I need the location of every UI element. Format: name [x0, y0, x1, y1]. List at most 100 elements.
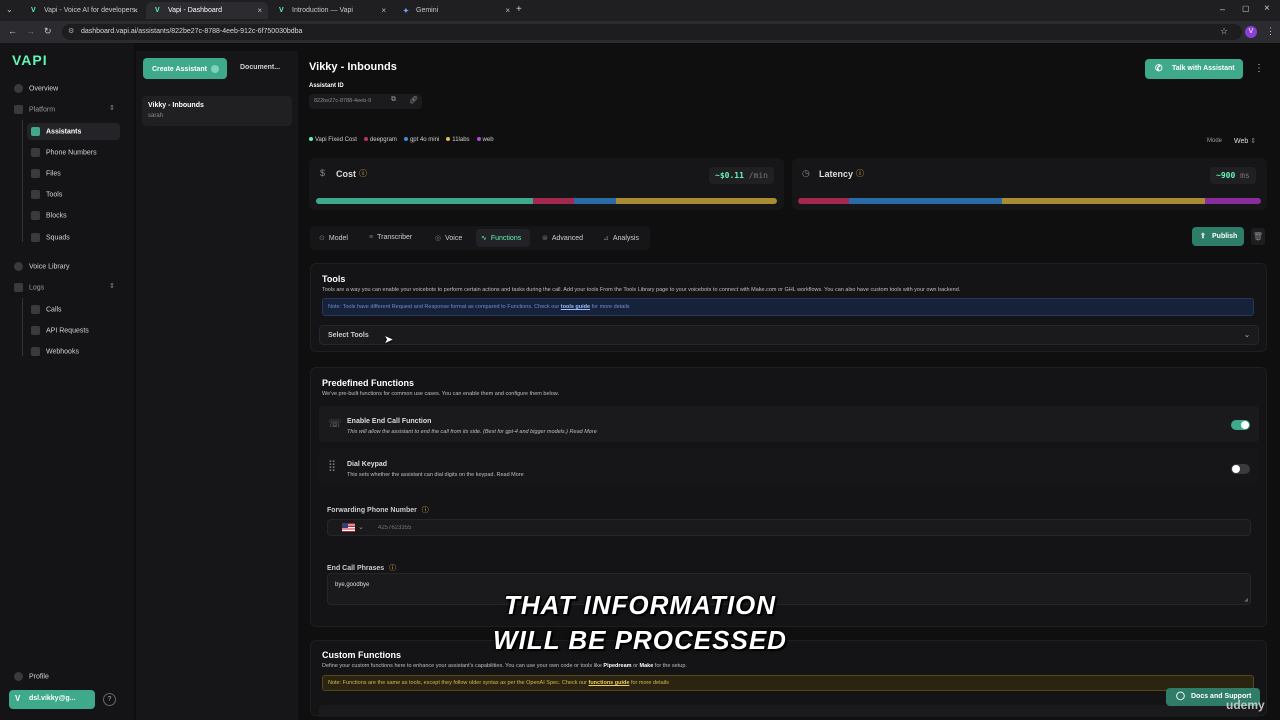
sidebar-item-profile[interactable]: Profile: [14, 672, 49, 681]
sidebar-item-phone-numbers[interactable]: Phone Numbers: [31, 148, 97, 157]
close-icon[interactable]: ×: [257, 6, 262, 15]
tab-functions[interactable]: ∿ Functions: [481, 234, 521, 242]
sidebar-item-overview[interactable]: Overview: [14, 84, 58, 93]
site-info-icon[interactable]: ⚙: [68, 27, 74, 35]
reload-icon[interactable]: ↻: [44, 26, 52, 37]
window-close-icon[interactable]: ×: [1264, 3, 1270, 14]
sidebar-item-tools[interactable]: Tools: [31, 190, 62, 199]
field-label: Forwarding Phone Number: [327, 507, 417, 514]
talk-with-assistant-button[interactable]: ✆ Talk with Assistant: [1145, 59, 1243, 79]
address-bar[interactable]: ⚙ dashboard.vapi.ai/assistants/822be27c-…: [62, 24, 1242, 40]
browser-tab-introduction[interactable]: V Introduction — Vapi ×: [270, 2, 392, 19]
back-icon[interactable]: ←: [8, 26, 17, 36]
tab-model[interactable]: ⊙ Model: [319, 234, 348, 242]
cost-unit: /min: [748, 171, 768, 180]
sidebar-item-label: Webhooks: [46, 348, 79, 356]
desc-text: for the setup.: [654, 663, 687, 669]
delete-icon[interactable]: 🗑︎: [1251, 228, 1265, 245]
provider-chips: Vapi Fixed Cost deepgram gpt 4o mini 11l…: [309, 137, 494, 143]
close-icon[interactable]: ×: [133, 6, 138, 15]
info-icon[interactable]: ⓘ: [856, 168, 864, 179]
link-icon[interactable]: 🔗︎: [409, 96, 418, 104]
predefined-functions-section: Predefined Functions We've pre-built fun…: [310, 367, 1267, 627]
info-icon[interactable]: ⓘ: [389, 565, 396, 572]
vapi-logo[interactable]: VAPI: [12, 52, 48, 68]
sidebar-item-api-requests[interactable]: API Requests: [31, 326, 89, 335]
user-account-button[interactable]: Vdsl.vikky@g...: [9, 690, 95, 709]
info-icon[interactable]: ⓘ: [422, 507, 429, 514]
sidebar-group-logs[interactable]: Logs: [14, 283, 44, 292]
toggle-knob: [1241, 421, 1249, 429]
profile-avatar[interactable]: V: [1245, 26, 1257, 38]
webhook-icon: [31, 347, 40, 356]
plus-circle-icon: [210, 65, 219, 73]
maximize-icon[interactable]: ▢: [1242, 4, 1250, 13]
tab-advanced[interactable]: ⊛ Advanced: [542, 234, 583, 242]
functions-guide-link[interactable]: functions guide: [588, 680, 629, 686]
documents-tab[interactable]: Document...: [240, 64, 280, 71]
sidebar-item-assistants[interactable]: Assistants: [31, 127, 81, 136]
tab-transcriber[interactable]: ≡ Transcriber: [369, 234, 412, 241]
chevron-down-icon[interactable]: ⌄: [358, 523, 364, 531]
sidebar-item-files[interactable]: Files: [31, 169, 61, 178]
assistant-id-field[interactable]: 822be27c-8788-4eeb-9 ⧉ 🔗︎: [309, 94, 422, 109]
minimize-icon[interactable]: –: [1220, 4, 1225, 14]
clock-icon: ◷: [802, 168, 810, 178]
menu-kebab-icon[interactable]: ⋮: [1266, 26, 1275, 37]
sidebar-item-voice-library[interactable]: Voice Library: [14, 262, 69, 271]
chevron-updown-icon[interactable]: ⇕: [109, 104, 115, 112]
sidebar-group-label: Platform: [29, 106, 56, 114]
close-icon[interactable]: ×: [381, 6, 386, 15]
caption-line-1: THAT INFORMATION: [503, 590, 777, 620]
sidebar-group-platform[interactable]: Platform: [14, 105, 55, 114]
chip-label: Vapi Fixed Cost: [315, 137, 357, 143]
tab-label: Vapi - Voice AI for developers.: [44, 7, 138, 14]
forward-icon[interactable]: →: [26, 26, 35, 36]
phone-number-input[interactable]: [378, 522, 678, 534]
tools-guide-link[interactable]: tools guide: [561, 304, 590, 310]
sidebar-group-label: Logs: [29, 284, 45, 292]
close-icon[interactable]: ×: [505, 6, 510, 15]
bookmark-star-icon[interactable]: ☆: [1220, 26, 1228, 37]
tab-analysis[interactable]: ⊿ Analysis: [603, 234, 639, 242]
browser-tab-vapi-home[interactable]: V Vapi - Voice AI for developers. ×: [22, 2, 144, 19]
sidebar-item-blocks[interactable]: Blocks: [31, 211, 67, 220]
tools-note: Note: Tools have different Request and R…: [322, 298, 1254, 316]
help-icon[interactable]: ?: [103, 693, 116, 706]
dial-keypad-toggle[interactable]: [1231, 464, 1250, 474]
provider-chip: Vapi Fixed Cost: [309, 137, 357, 143]
end-call-toggle[interactable]: [1231, 420, 1250, 430]
browser-tab-gemini[interactable]: ✦ Gemini ×: [394, 2, 516, 19]
overview-icon: [14, 84, 23, 93]
sidebar-item-webhooks[interactable]: Webhooks: [31, 347, 79, 356]
tab-label: Transcriber: [377, 234, 413, 241]
info-icon[interactable]: ⓘ: [359, 168, 367, 179]
section-description: Tools are a way you can enable your voic…: [322, 287, 961, 293]
sidebar-item-squads[interactable]: Squads: [31, 233, 70, 242]
section-title: Predefined Functions: [322, 378, 415, 388]
tab-search-icon[interactable]: ⌄: [6, 5, 13, 14]
file-icon: [31, 169, 40, 178]
calls-icon: [31, 305, 40, 314]
publish-button[interactable]: ⇪ Publish: [1192, 227, 1244, 246]
cost-card: $ Cost ⓘ ~$0.11 /min: [309, 158, 784, 210]
more-options-icon[interactable]: ⋮: [1254, 63, 1264, 74]
mode-select[interactable]: Web ⇕: [1234, 137, 1256, 145]
sidebar-item-label: Tools: [46, 191, 63, 199]
assistant-id-value: 822be27c-8788-4eeb-9: [314, 98, 372, 104]
transcriber-icon: ≡: [369, 234, 374, 241]
chevron-updown-icon[interactable]: ⇕: [109, 282, 115, 290]
new-tab-icon[interactable]: +: [516, 4, 522, 15]
phone-icon: [31, 148, 40, 157]
sidebar-item-calls[interactable]: Calls: [31, 305, 62, 314]
create-assistant-button[interactable]: Create Assistant: [143, 58, 227, 79]
tab-voice[interactable]: ◎ Voice: [435, 234, 462, 242]
tree-line: [22, 298, 23, 356]
assistant-list-item[interactable]: Vikky - Inbounds sarah: [142, 96, 292, 126]
browser-tab-dashboard[interactable]: V Vapi - Dashboard ×: [146, 2, 268, 19]
provider-chip: gpt 4o mini: [403, 137, 439, 143]
status-dot: [476, 137, 481, 141]
select-tools-dropdown[interactable]: Select Tools ⌄: [319, 325, 1259, 345]
section-description: We've pre-built functions for common use…: [322, 391, 559, 397]
copy-icon[interactable]: ⧉: [391, 96, 396, 104]
